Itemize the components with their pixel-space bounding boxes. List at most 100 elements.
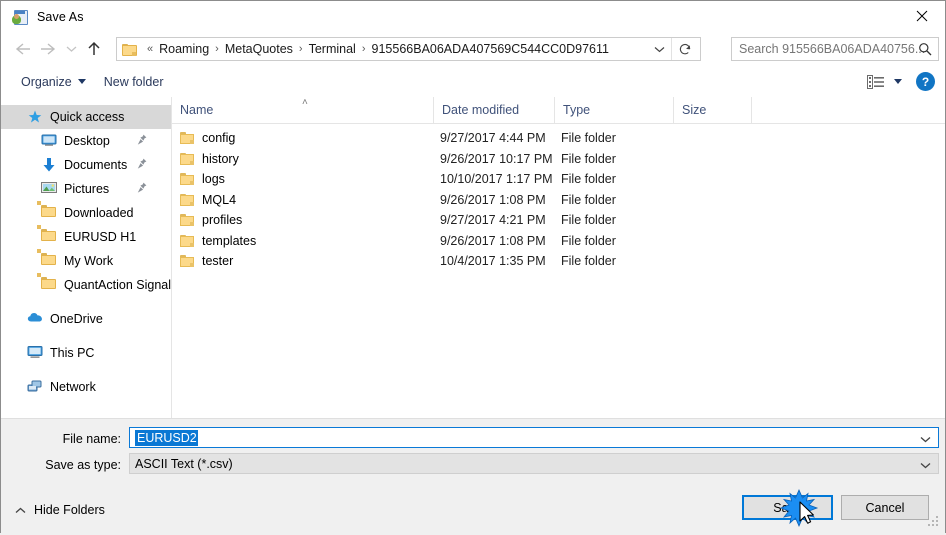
- table-row[interactable]: logs 10/10/2017 1:17 PM File folder: [172, 169, 945, 190]
- sidebar-item-my-work[interactable]: My Work: [1, 249, 171, 273]
- chevron-down-icon: [77, 79, 86, 84]
- title-bar: Save As: [1, 1, 945, 32]
- resize-grip[interactable]: [928, 516, 939, 527]
- view-chevron-down-icon[interactable]: [894, 79, 902, 84]
- column-header-spacer: [751, 97, 771, 123]
- cancel-button[interactable]: Cancel: [841, 495, 929, 520]
- sidebar-item-downloaded[interactable]: Downloaded: [1, 201, 171, 225]
- chevron-up-icon: [15, 503, 26, 517]
- folder-icon: [180, 152, 194, 165]
- file-name: templates: [202, 233, 257, 248]
- file-type: File folder: [561, 192, 616, 207]
- sidebar-item-label: Desktop: [64, 134, 110, 148]
- save-button[interactable]: Save: [742, 495, 833, 520]
- new-folder-button[interactable]: New folder: [104, 75, 164, 89]
- pin-icon: [137, 158, 147, 173]
- folder-icon: [180, 132, 194, 145]
- breadcrumb-terminal[interactable]: Terminal: [308, 42, 357, 56]
- sidebar-item-desktop[interactable]: Desktop: [1, 129, 171, 153]
- file-date: 9/27/2017 4:44 PM: [440, 131, 546, 146]
- pictures-icon: [41, 181, 57, 197]
- sidebar-item-eurusd-h1[interactable]: EURUSD H1: [1, 225, 171, 249]
- column-header-size[interactable]: Size: [673, 97, 751, 123]
- network-icon: [27, 379, 43, 395]
- sidebar-item-quantaction-signal[interactable]: QuantAction Signal: [1, 273, 171, 297]
- table-row[interactable]: history 9/26/2017 10:17 PM File folder: [172, 149, 945, 170]
- window-title: Save As: [37, 9, 84, 24]
- hide-folders-button[interactable]: Hide Folders: [15, 503, 105, 517]
- sidebar-item-onedrive[interactable]: OneDrive: [1, 307, 171, 331]
- sidebar-item-label: OneDrive: [50, 312, 103, 326]
- sidebar-item-this-pc[interactable]: This PC: [1, 341, 171, 365]
- file-name: tester: [202, 254, 234, 269]
- sidebar-item-label: This PC: [50, 346, 95, 360]
- file-type: File folder: [561, 172, 616, 187]
- sidebar-item-label: Downloaded: [64, 206, 134, 220]
- sidebar-item-documents[interactable]: Documents: [1, 153, 171, 177]
- file-date: 9/26/2017 1:08 PM: [440, 192, 546, 207]
- file-date: 9/26/2017 1:08 PM: [440, 233, 546, 248]
- save-label: Save: [773, 500, 802, 515]
- folder-icon: [180, 234, 194, 247]
- file-type: File folder: [561, 131, 616, 146]
- column-header-type[interactable]: Type: [554, 97, 673, 123]
- chevron-down-icon[interactable]: [920, 432, 931, 446]
- back-icon[interactable]: [9, 36, 35, 62]
- sidebar-item-label: Quick access: [50, 110, 125, 124]
- folder-icon: [180, 173, 194, 186]
- file-type: File folder: [561, 213, 616, 228]
- file-name: logs: [202, 172, 225, 187]
- file-name: config: [202, 131, 236, 146]
- breadcrumb-separator: ›: [215, 43, 219, 55]
- navigation-pane: Quick access Desktop Documents Pictures …: [1, 97, 172, 418]
- column-header-date-modified[interactable]: Date modified: [433, 97, 554, 123]
- address-dropdown-icon[interactable]: [648, 38, 670, 60]
- folder-icon: [180, 255, 194, 268]
- folder-icon: [37, 273, 57, 293]
- breadcrumb-separator: ›: [298, 43, 303, 55]
- up-icon[interactable]: [81, 36, 107, 62]
- file-name: MQL4: [202, 192, 237, 207]
- file-name-input[interactable]: EURUSD2: [129, 427, 939, 448]
- file-date: 9/26/2017 10:17 PM: [440, 151, 553, 166]
- forward-icon[interactable]: [35, 36, 61, 62]
- breadcrumb-current-folder[interactable]: 915566BA06ADA407569C544CC0D97611: [371, 42, 610, 56]
- file-type: File folder: [561, 233, 616, 248]
- command-bar: Organize New folder ?: [1, 66, 945, 97]
- address-bar[interactable]: « Roaming › MetaQuotes › Terminal › 9155…: [116, 37, 701, 61]
- table-row[interactable]: config 9/27/2017 4:44 PM File folder: [172, 128, 945, 149]
- close-icon[interactable]: [899, 1, 945, 31]
- sidebar-item-network[interactable]: Network: [1, 375, 171, 399]
- table-row[interactable]: templates 9/26/2017 1:08 PM File folder: [172, 231, 945, 252]
- sidebar-item-quick-access[interactable]: Quick access: [1, 105, 171, 129]
- chevron-down-icon[interactable]: [920, 458, 931, 472]
- pin-icon: [137, 134, 147, 149]
- table-row[interactable]: MQL4 9/26/2017 1:08 PM File folder: [172, 190, 945, 211]
- address-folder-icon: [122, 43, 138, 56]
- sidebar-item-label: My Work: [64, 254, 114, 268]
- table-row[interactable]: tester 10/4/2017 1:35 PM File folder: [172, 251, 945, 272]
- sidebar-item-label: Documents: [64, 158, 128, 172]
- sidebar-item-pictures[interactable]: Pictures: [1, 177, 171, 201]
- view-layout-icon[interactable]: [867, 74, 885, 89]
- table-row[interactable]: profiles 9/27/2017 4:21 PM File folder: [172, 210, 945, 231]
- dialog-body: Quick access Desktop Documents Pictures …: [1, 97, 945, 418]
- breadcrumb-roaming[interactable]: Roaming: [158, 42, 210, 56]
- organize-button[interactable]: Organize: [21, 75, 86, 89]
- save-as-type-value: ASCII Text (*.csv): [135, 456, 233, 471]
- file-date: 10/4/2017 1:35 PM: [440, 254, 546, 269]
- breadcrumb-metaquotes[interactable]: MetaQuotes: [224, 42, 294, 56]
- help-button[interactable]: ?: [916, 72, 935, 91]
- refresh-icon[interactable]: [671, 38, 698, 60]
- search-input[interactable]: Search 915566BA06ADA40756...: [731, 37, 939, 61]
- column-header-name[interactable]: Name: [172, 97, 433, 123]
- recent-locations-icon[interactable]: [61, 36, 81, 62]
- pin-icon: [137, 182, 147, 197]
- thispc-icon: [27, 345, 43, 361]
- desktop-icon: [41, 133, 57, 149]
- organize-label: Organize: [21, 74, 72, 89]
- column-header-row: ˄ Name Date modified Type Size: [172, 97, 945, 124]
- folder-icon: [37, 249, 57, 269]
- file-name-label: File name:: [62, 432, 121, 446]
- save-as-type-select[interactable]: ASCII Text (*.csv): [129, 453, 939, 474]
